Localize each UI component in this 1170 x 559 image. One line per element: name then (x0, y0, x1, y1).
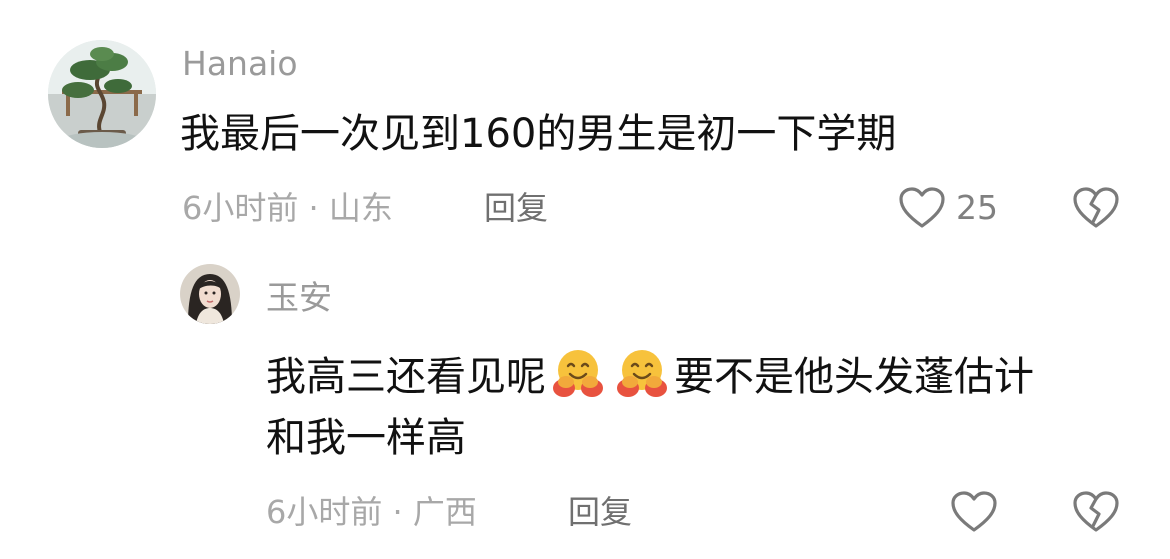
reply-text-part1: 我高三还看见呢 (266, 354, 546, 400)
reply-time: 6小时前 (266, 493, 383, 531)
reply-meta: 6小时前 · 广西 (266, 492, 477, 532)
like-count: 25 (956, 188, 998, 227)
reply-text-part2: 要不是他头发蓬估计 (674, 354, 1034, 400)
meta-separator: · (308, 189, 319, 227)
reply-button[interactable]: 回复 (484, 188, 548, 228)
reply-location: 广西 (412, 493, 477, 531)
reply-text-line2: 和我一样高 (266, 415, 466, 461)
comment-thread: Hanaio 我最后一次见到160的男生是初一下学期 6小时前 · 山东 回复 … (0, 0, 1170, 559)
hugging-face-emoji (550, 344, 606, 400)
comment-text: 我最后一次见到160的男生是初一下学期 (180, 111, 897, 157)
reply-avatar[interactable] (180, 264, 240, 324)
broken-heart-icon[interactable] (1072, 490, 1120, 534)
hugging-face-emoji (614, 344, 670, 400)
comment-location: 山东 (328, 189, 393, 227)
reply-username[interactable]: 玉安 (266, 278, 332, 318)
heart-outline-icon[interactable] (950, 490, 998, 534)
avatar[interactable] (48, 40, 156, 148)
heart-outline-icon[interactable] (898, 186, 946, 230)
comment-meta: 6小时前 · 山东 (182, 188, 393, 228)
reply-button[interactable]: 回复 (568, 492, 632, 532)
comment-time: 6小时前 (182, 189, 299, 227)
meta-separator: · (392, 493, 403, 531)
broken-heart-icon[interactable] (1072, 186, 1120, 230)
reply-text-line1: 我高三还看见呢 要不是他头发蓬估计 (266, 344, 1034, 401)
comment-username[interactable]: Hanaio (182, 44, 298, 84)
